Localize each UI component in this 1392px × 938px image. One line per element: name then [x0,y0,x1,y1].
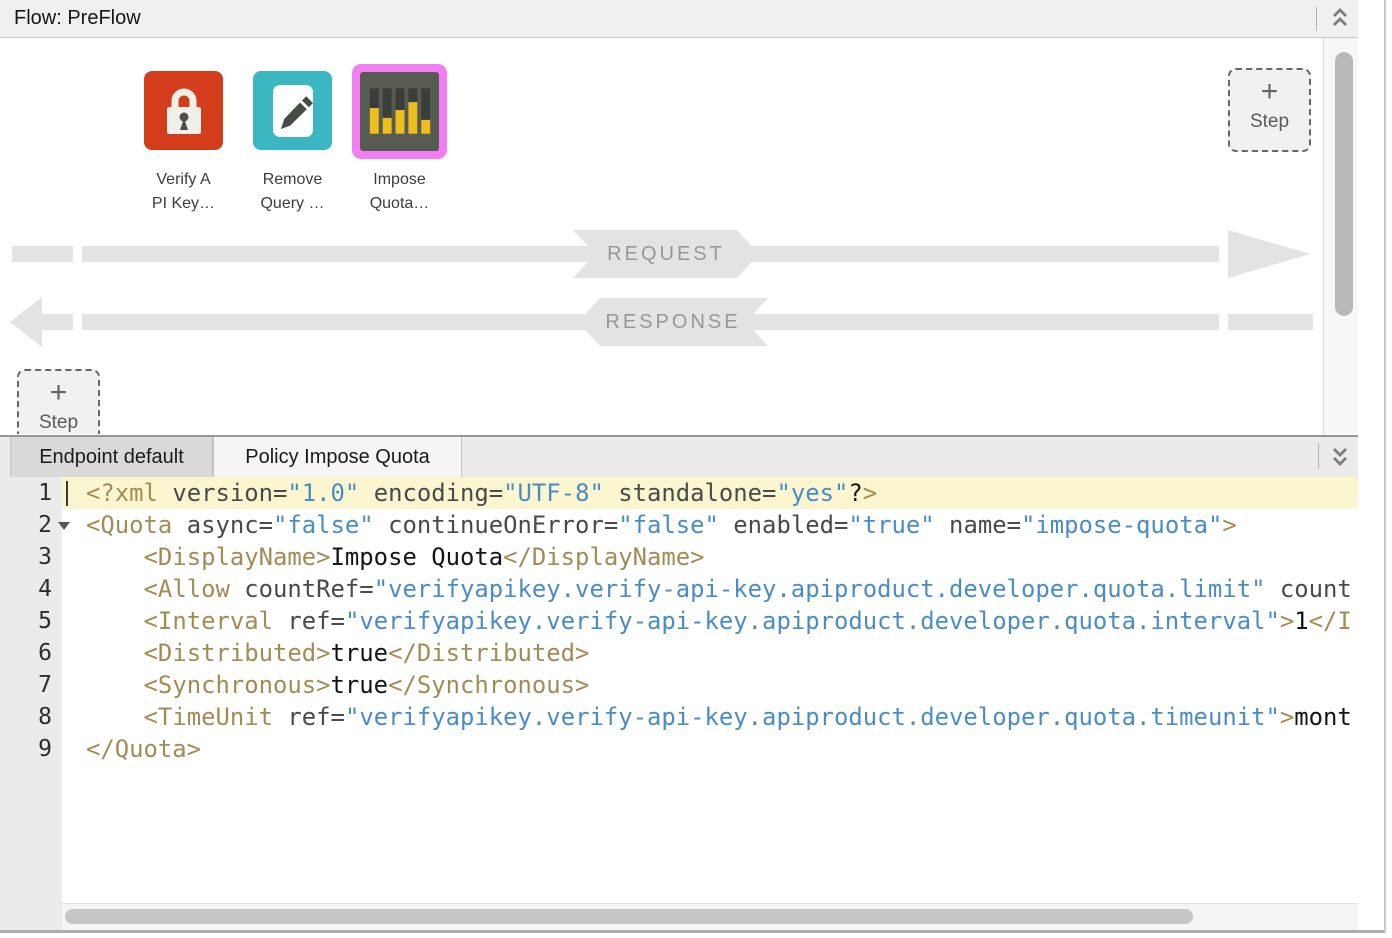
code-line[interactable]: 2<Quota async="false" continueOnError="f… [0,509,1358,541]
code-line[interactable]: 3 <DisplayName>Impose Quota</DisplayName… [0,541,1358,573]
pencil-icon [271,83,315,139]
window-right-border [1384,0,1386,933]
line-number: 3 [0,541,62,573]
line-number: 4 [0,573,62,605]
code-line-text: <Distributed>true</Distributed> [62,637,1358,669]
code-line[interactable]: 6 <Distributed>true</Distributed> [0,637,1358,669]
code-line-text: <Synchronous>true</Synchronous> [62,669,1358,701]
collapse-up-button[interactable] [1328,5,1352,31]
plus-icon: + [1261,74,1279,110]
flow-diagram-panel: Verify API Key…RemoveQuery …ImposeQuota…… [0,38,1323,434]
code-line-text: <Allow countRef="verifyapikey.verify-api… [62,573,1358,605]
code-line-text: <Quota async="false" continueOnError="fa… [62,509,1358,541]
flow-title: Flow: PreFlow [14,0,141,37]
chevron-double-down-icon [1331,444,1349,468]
tabbar-separator [1318,443,1319,469]
tab-policy-impose-quota[interactable]: Policy Impose Quota [213,437,462,477]
code-line[interactable]: 4 <Allow countRef="verifyapikey.verify-a… [0,573,1358,605]
code-line-text: <DisplayName>Impose Quota</DisplayName> [62,541,1358,573]
code-line[interactable]: 5 <Interval ref="verifyapikey.verify-api… [0,605,1358,637]
line-number: 1 [0,477,62,509]
code-line-text: <?xml version="1.0" encoding="UTF-8" sta… [62,477,1358,509]
add-step-label: Step [39,411,78,434]
code-line[interactable]: 8 <TimeUnit ref="verifyapikey.verify-api… [0,701,1358,733]
window-bottom-border [0,930,1386,933]
line-number: 2 [0,509,62,541]
flow-header: Flow: PreFlow [0,0,1358,38]
policy-step-remove-query[interactable] [253,71,332,150]
chevron-double-up-icon [1331,6,1349,30]
plus-icon: + [50,375,68,411]
response-label: RESPONSE [605,311,740,334]
response-ribbon: RESPONSE [578,298,768,346]
tab-endpoint-default[interactable]: Endpoint default [10,437,213,477]
text-cursor [66,481,68,506]
code-line-text: <Interval ref="verifyapikey.verify-api-k… [62,605,1358,637]
code-editor[interactable]: 1<?xml version="1.0" encoding="UTF-8" st… [0,477,1358,930]
header-separator [1316,7,1317,31]
policy-step-verify-api-key[interactable] [144,71,223,150]
policy-step-label: ImposeQuota… [335,168,465,216]
line-number: 7 [0,669,62,701]
collapse-down-button[interactable] [1328,443,1352,469]
add-step-label: Step [1250,110,1289,134]
scrollbar-thumb[interactable] [1335,52,1353,316]
code-line[interactable]: 1<?xml version="1.0" encoding="UTF-8" st… [0,477,1358,509]
flow-vertical-scrollbar[interactable] [1323,38,1358,434]
code-line-text: <TimeUnit ref="verifyapikey.verify-api-k… [62,701,1358,733]
code-line[interactable]: 9</Quota> [0,733,1358,765]
policy-step-impose-quota[interactable] [360,72,439,151]
response-bar-stub-left [42,314,73,330]
code-line-text: </Quota> [62,733,1358,765]
line-number: 8 [0,701,62,733]
fold-arrow-icon[interactable] [58,522,70,530]
request-bar-stub [12,246,73,262]
code-lines: 1<?xml version="1.0" encoding="UTF-8" st… [0,477,1358,765]
line-number: 6 [0,637,62,669]
line-number: 9 [0,733,62,765]
response-bar-stub-right [1228,314,1313,330]
response-arrowhead-icon [10,297,42,347]
hscrollbar-thumb[interactable] [65,909,1193,924]
editor-tab-bar: Endpoint defaultPolicy Impose Quota [0,435,1358,477]
request-arrowhead-icon [1228,230,1310,278]
add-step-button-bottom[interactable]: + Step [17,369,100,434]
add-step-button-top[interactable]: + Step [1228,68,1311,152]
line-number: 5 [0,605,62,637]
request-label: REQUEST [607,243,725,266]
lock-icon [161,84,207,138]
request-ribbon: REQUEST [573,230,759,278]
proxy-editor-window: Flow: PreFlow Verify API Key…RemoveQuery… [0,0,1392,938]
code-line[interactable]: 7 <Synchronous>true</Synchronous> [0,669,1358,701]
equalizer-icon [360,72,439,152]
editor-horizontal-scrollbar[interactable] [62,903,1358,930]
